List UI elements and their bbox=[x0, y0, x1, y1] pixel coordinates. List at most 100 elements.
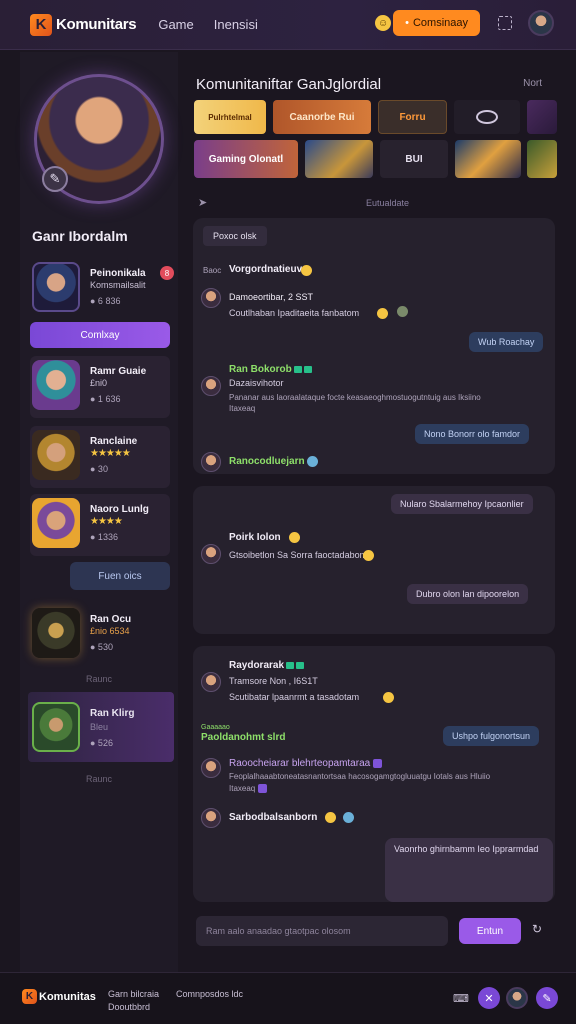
dot-icon: • bbox=[405, 17, 409, 29]
message-author: Sarbodbalsanborn bbox=[229, 812, 318, 823]
footer-bar: K Komunitas Garn bilcraia Dooutbbrd Comn… bbox=[0, 972, 576, 1024]
edit-icon[interactable]: ✎ bbox=[536, 987, 558, 1009]
chat-tag[interactable]: Poxoc olsk bbox=[203, 226, 267, 246]
nav-link-game[interactable]: Game bbox=[158, 17, 193, 32]
game-tile-label: BUI bbox=[405, 153, 423, 165]
chat-bubble: Wub Roachay bbox=[469, 332, 544, 352]
game-tile-label: Forru bbox=[399, 111, 426, 123]
chat-input[interactable]: Ram aalo anaadao gtaotpac olosom bbox=[196, 916, 448, 946]
emoji-icon bbox=[377, 308, 388, 319]
friend-meta: ● 1336 bbox=[90, 532, 118, 542]
section-label: Eutualdate bbox=[366, 198, 410, 208]
game-tile[interactable] bbox=[305, 140, 373, 178]
community-button[interactable]: • Comsinaay bbox=[393, 10, 480, 36]
friend-subtitle: Komsmailsalit bbox=[90, 280, 146, 290]
friend-subtitle: Bleu bbox=[90, 722, 109, 732]
emoji-icon bbox=[307, 456, 318, 467]
chat-bubble: Vaonrho ghirnbamm Ieo Ipprarmdad bbox=[385, 838, 553, 902]
friend-meta: ● 30 bbox=[90, 464, 108, 474]
send-arrow-icon[interactable]: ➤ bbox=[198, 196, 207, 209]
message-author: Raydorarak bbox=[229, 660, 305, 671]
notification-badge: 8 bbox=[160, 266, 174, 280]
game-tile[interactable]: Pulrhtelmal bbox=[194, 100, 266, 134]
emoji-icon bbox=[397, 306, 408, 317]
friend-name: Ranclaine bbox=[90, 436, 138, 447]
close-icon[interactable]: ✕ bbox=[478, 987, 500, 1009]
expand-icon[interactable] bbox=[498, 16, 512, 30]
chat-bubble: Dubro olon lan dipoorelon bbox=[407, 584, 529, 604]
message-avatar bbox=[201, 288, 221, 308]
friend-avatar bbox=[32, 702, 80, 752]
footer-logo[interactable]: K Komunitas bbox=[22, 989, 96, 1004]
message-avatar bbox=[201, 808, 221, 828]
emoji-coin-icon[interactable]: ☺ bbox=[375, 15, 392, 31]
top-nav-bar: K Komunitars Game Inensisi ☺ • Comsinaay bbox=[0, 0, 576, 50]
game-tile[interactable] bbox=[455, 140, 521, 178]
controller-icon[interactable]: ⌨ bbox=[450, 987, 472, 1009]
game-tile[interactable]: Gaming Olonatl bbox=[194, 140, 298, 178]
emoji-icon bbox=[363, 550, 374, 561]
target-icon bbox=[476, 110, 498, 124]
game-tile[interactable] bbox=[527, 100, 557, 134]
game-tile[interactable]: Forru bbox=[378, 100, 447, 134]
nav-link-second[interactable]: Inensisi bbox=[214, 17, 258, 32]
emoji-icon bbox=[343, 812, 354, 823]
footer-link[interactable]: Garn bilcraia bbox=[108, 989, 159, 999]
page-title: Komunitaniftar GanJglordial bbox=[196, 76, 382, 93]
game-tile[interactable]: BUI bbox=[380, 140, 448, 178]
message-author: Ran Bokorob bbox=[229, 364, 312, 375]
status-icon bbox=[258, 784, 268, 794]
footer-avatar[interactable] bbox=[506, 987, 528, 1009]
friend-name: Naoro Lunlg bbox=[90, 504, 149, 515]
chat-panel: Nularo Sbalarmehoy Ipcaonlier Poirk Iolo… bbox=[193, 486, 555, 634]
game-tile[interactable]: Caanorbe Rui bbox=[273, 100, 371, 134]
message-text: Feoplalhaaabtoneatasnantortsaa hacosogam… bbox=[229, 772, 491, 781]
message-author: Poirk Iolon bbox=[229, 532, 281, 543]
friend-avatar bbox=[32, 360, 80, 410]
message-text-line: Itaxeaq bbox=[229, 784, 256, 793]
main-content: Komunitaniftar GanJglordial Nort Pulrhte… bbox=[190, 52, 562, 972]
friend-item-active[interactable]: Ran Klirg Bleu ● 526 bbox=[28, 692, 174, 762]
message-text: Coutlhaban Ipaditaeita fanbatom bbox=[229, 308, 360, 318]
more-link[interactable]: Nort bbox=[523, 78, 542, 89]
game-tile-label: Gaming Olonatl bbox=[208, 153, 284, 165]
sidebar-title: Ganr Ibordalm bbox=[32, 228, 128, 244]
friend-item[interactable]: Ran Ocu £nio 6534 ● 530 bbox=[30, 604, 170, 666]
message-subtitle: Tramsore Non , I6S1T bbox=[229, 676, 318, 686]
footer-link[interactable]: Comnposdos ldc bbox=[176, 989, 243, 999]
game-tile[interactable] bbox=[454, 100, 520, 134]
status-icon bbox=[303, 365, 312, 373]
chat-bubble: Ushpo fulgonortsun bbox=[443, 726, 540, 746]
refresh-icon[interactable]: ↻ bbox=[532, 922, 542, 936]
message-avatar bbox=[201, 376, 221, 396]
sidebar-community-button[interactable]: Comlxay bbox=[30, 322, 170, 348]
message-author: Raoocheiarar blehrteopamtaraa bbox=[229, 758, 383, 769]
status-icon bbox=[293, 365, 302, 373]
message-text: Itaxeaq bbox=[229, 404, 256, 413]
friend-item[interactable]: Naoro Lunlg ★★★★ ● 1336 bbox=[30, 494, 170, 556]
send-button[interactable]: Entun bbox=[459, 918, 521, 944]
user-avatar[interactable] bbox=[528, 10, 554, 36]
game-tile[interactable] bbox=[527, 140, 557, 178]
friend-rating: ★★★★ bbox=[90, 516, 123, 527]
message-subtitle: Dazaisvihotor bbox=[229, 378, 284, 388]
friend-item[interactable]: Ranclaine ★★★★★ ● 30 bbox=[30, 426, 170, 488]
friend-avatar bbox=[32, 608, 80, 658]
emoji-icon bbox=[325, 812, 336, 823]
message-text: Gtsoibetlon Sa Sorra faoctadabom bbox=[229, 550, 368, 560]
sidebar: ✎ Ganr Ibordalm Peinonikala Komsmailsali… bbox=[20, 52, 178, 972]
friend-meta: ● 526 bbox=[90, 738, 113, 748]
friend-avatar bbox=[32, 430, 80, 480]
friend-avatar bbox=[32, 262, 80, 312]
smile-emoji-icon bbox=[301, 265, 312, 276]
status-icon bbox=[296, 661, 305, 669]
friends-button[interactable]: Fuen oics bbox=[70, 562, 170, 590]
app-logo[interactable]: K Komunitars bbox=[30, 13, 137, 36]
footer-link[interactable]: Dooutbbrd bbox=[108, 1002, 150, 1012]
edit-profile-icon[interactable]: ✎ bbox=[42, 166, 68, 192]
friend-item[interactable]: Ramr Guaie £ni0 ● 1 636 bbox=[30, 356, 170, 418]
author-name: Ran Bokorob bbox=[229, 364, 292, 375]
friend-item[interactable]: Peinonikala Komsmailsalit ● 6 836 8 bbox=[30, 258, 174, 320]
app-name: Komunitars bbox=[56, 16, 137, 33]
game-tile-label: Caanorbe Rui bbox=[289, 111, 355, 123]
